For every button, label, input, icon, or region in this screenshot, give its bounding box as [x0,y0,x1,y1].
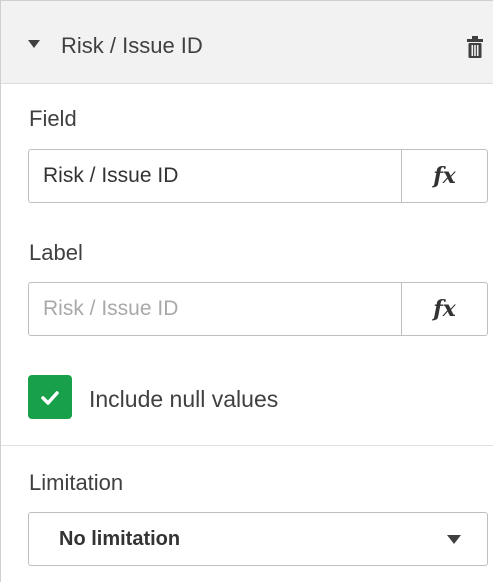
caret-down-icon[interactable] [28,40,40,48]
limitation-select[interactable]: No limitation [28,512,488,566]
limitation-select-value: No limitation [59,528,181,550]
label-input-placeholder[interactable]: Risk / Issue ID [43,283,178,335]
fx-icon: fx [433,296,456,322]
include-null-checkbox[interactable] [28,375,72,419]
section-title: Risk / Issue ID [61,33,203,58]
label-input[interactable]: Risk / Issue ID fx [28,282,488,336]
label-expression-button[interactable]: fx [401,283,487,335]
chevron-down-icon [447,535,461,544]
field-input[interactable]: Risk / Issue ID fx [28,149,488,203]
limitation-label: Limitation [29,470,124,495]
field-input-value[interactable]: Risk / Issue ID [43,150,178,202]
section-divider [1,445,493,446]
field-expression-button[interactable]: fx [401,150,487,202]
trash-icon[interactable] [466,36,484,58]
section-header[interactable]: Risk / Issue ID [1,1,493,84]
field-label: Field [29,106,77,131]
dimension-properties-panel: Risk / Issue ID Field Risk / Issue ID fx… [0,0,493,582]
checkmark-icon [41,391,59,405]
fx-icon: fx [433,163,456,189]
include-null-label[interactable]: Include null values [89,385,278,413]
label-label: Label [29,240,83,265]
